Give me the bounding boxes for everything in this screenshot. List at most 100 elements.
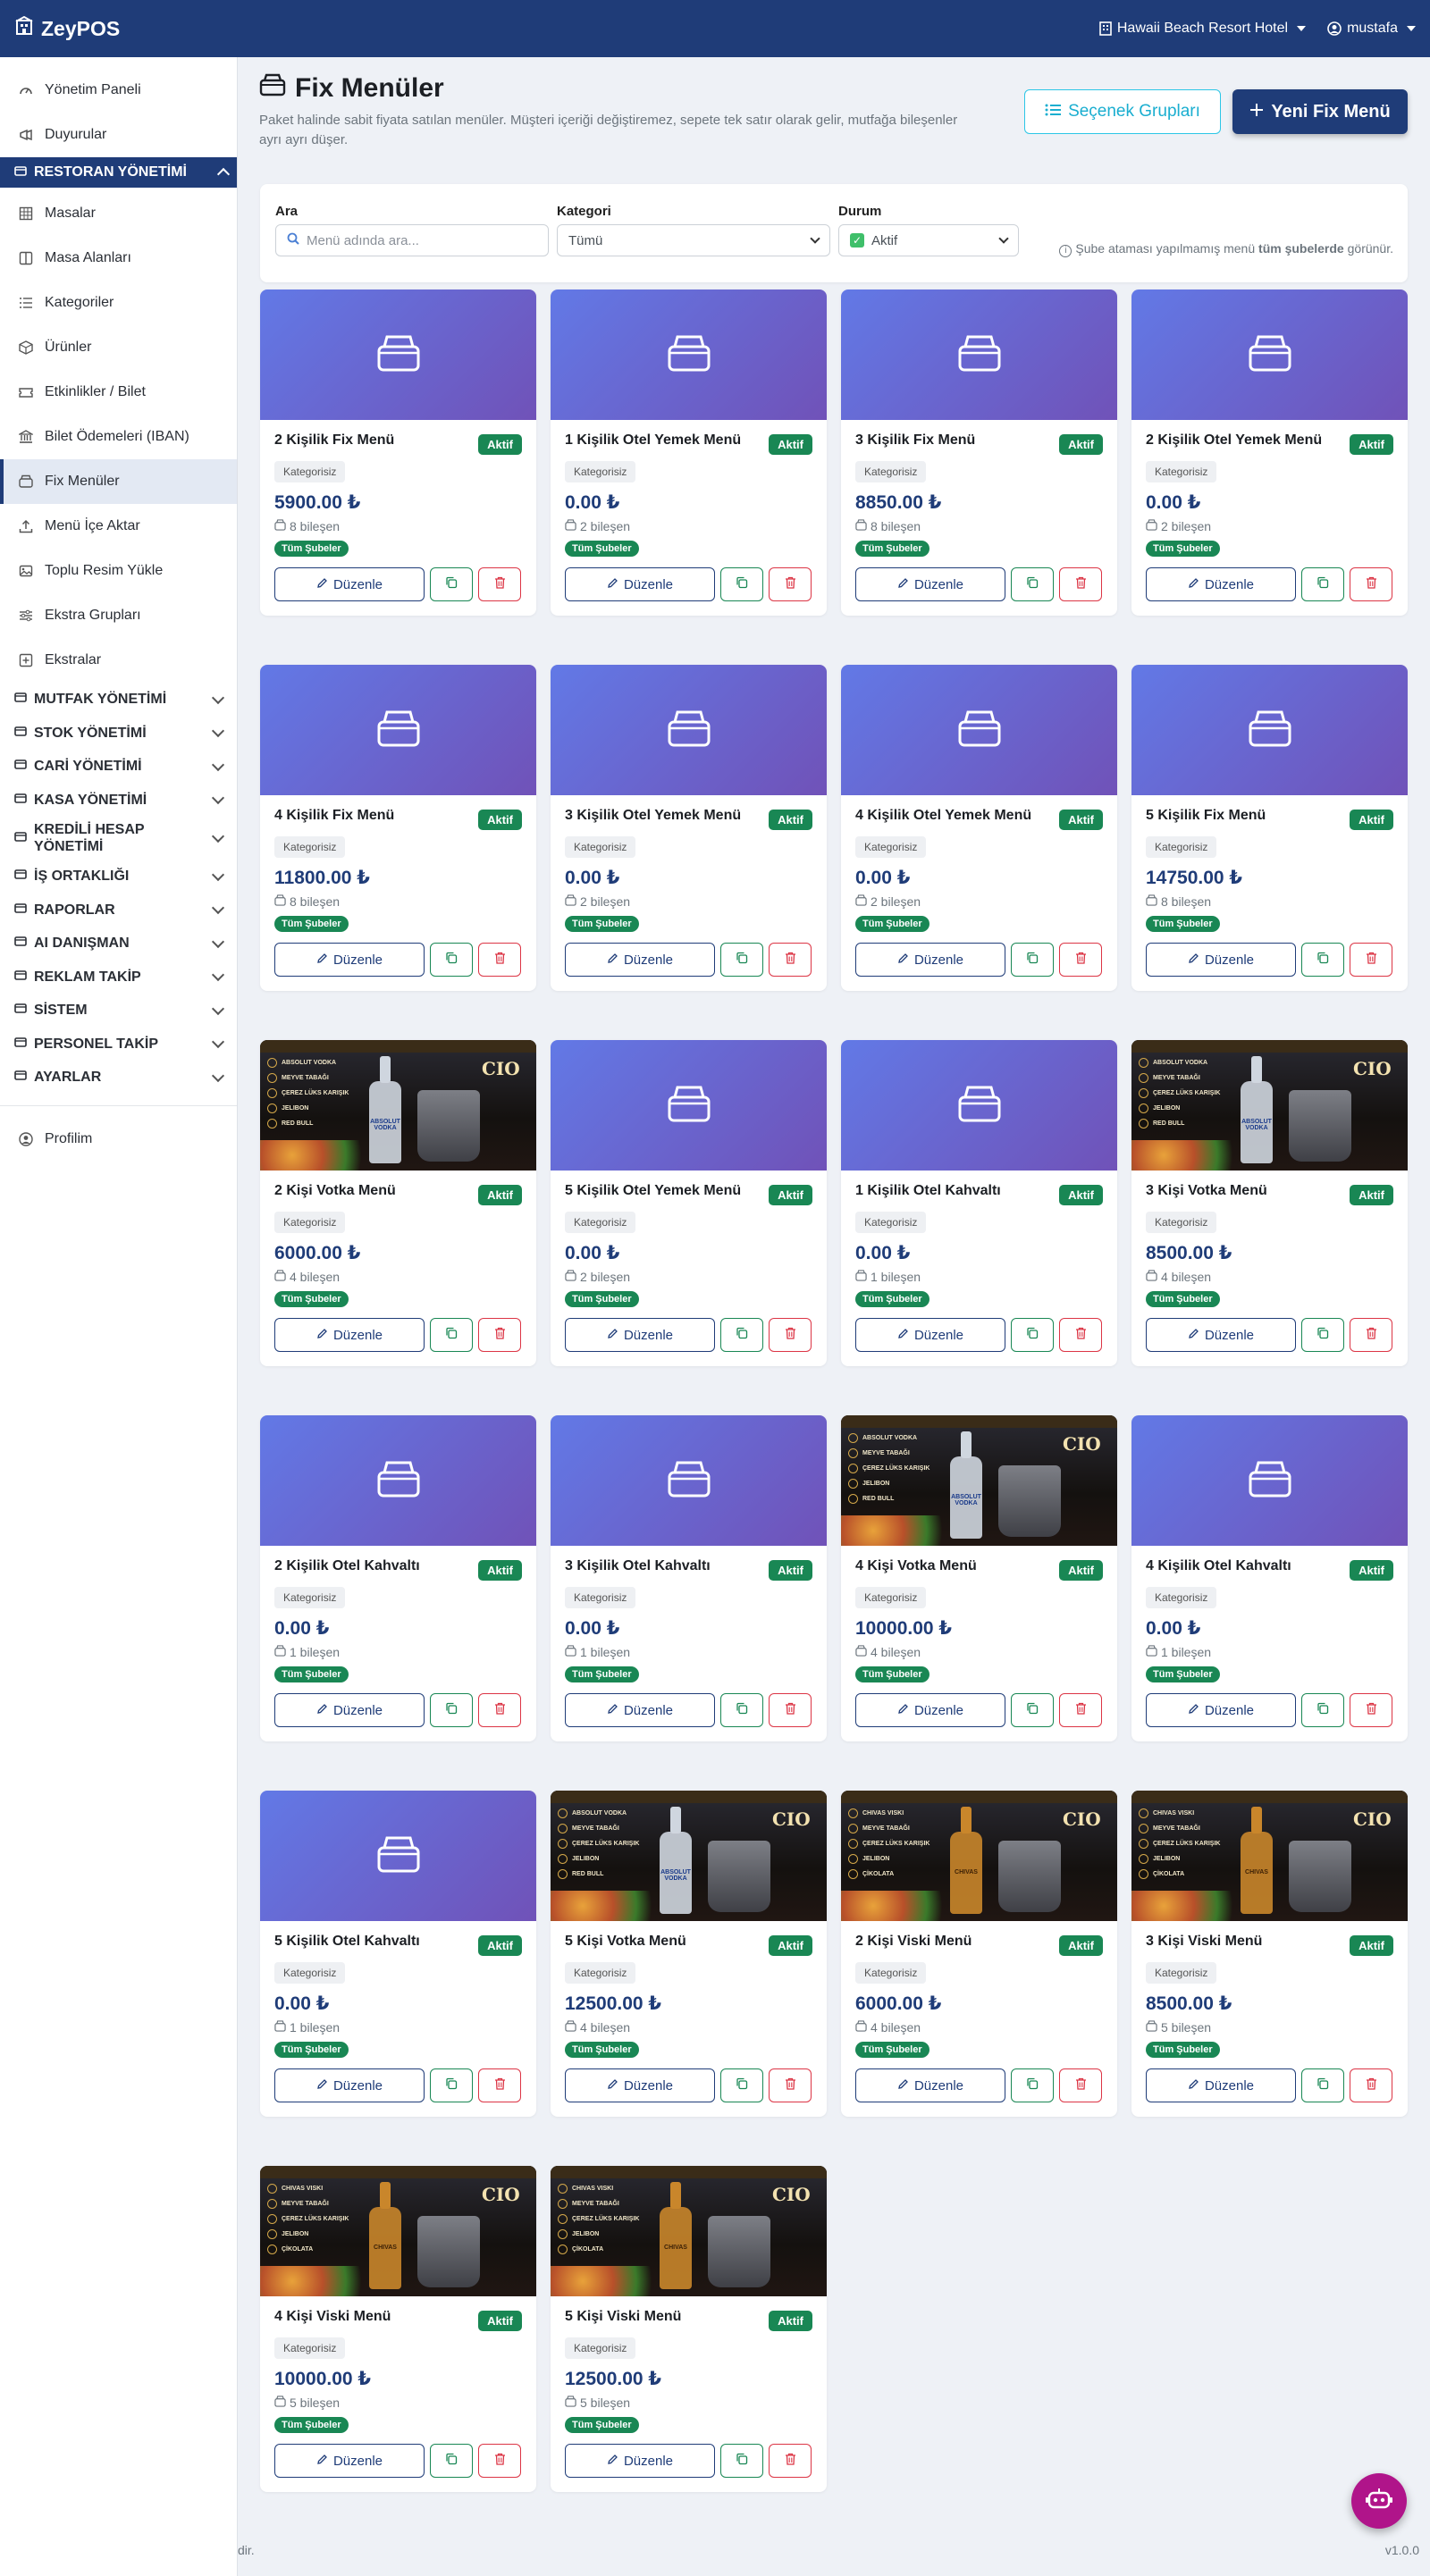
edit-button[interactable]: Düzenle xyxy=(274,567,425,601)
sidebar-group[interactable]: SİSTEM xyxy=(0,994,237,1028)
delete-button[interactable] xyxy=(1350,1693,1392,1727)
delete-button[interactable] xyxy=(1059,2068,1102,2102)
duplicate-button[interactable] xyxy=(720,1318,763,1352)
duplicate-button[interactable] xyxy=(720,567,763,601)
edit-button[interactable]: Düzenle xyxy=(274,1318,425,1352)
delete-button[interactable] xyxy=(1350,1318,1392,1352)
brand-logo[interactable]: ZeyPOS xyxy=(14,15,120,41)
delete-button[interactable] xyxy=(478,1318,521,1352)
duplicate-button[interactable] xyxy=(720,943,763,977)
edit-button[interactable]: Düzenle xyxy=(1146,1318,1296,1352)
option-groups-button[interactable]: Seçenek Grupları xyxy=(1024,89,1221,134)
delete-button[interactable] xyxy=(478,2068,521,2102)
duplicate-button[interactable] xyxy=(1301,2068,1344,2102)
sidebar-group[interactable]: RAPORLAR xyxy=(0,894,237,927)
duplicate-button[interactable] xyxy=(720,2068,763,2102)
sidebar-group[interactable]: KREDİLİ HESAP YÖNETİMİ xyxy=(0,817,237,860)
edit-button[interactable]: Düzenle xyxy=(274,2068,425,2102)
delete-button[interactable] xyxy=(769,1318,812,1352)
edit-button[interactable]: Düzenle xyxy=(855,1318,1005,1352)
edit-button[interactable]: Düzenle xyxy=(565,2444,715,2478)
sidebar-item[interactable]: Duyurular xyxy=(0,113,237,157)
delete-button[interactable] xyxy=(1059,943,1102,977)
delete-button[interactable] xyxy=(478,567,521,601)
sidebar-item[interactable]: Ekstra Grupları xyxy=(0,593,237,638)
edit-button[interactable]: Düzenle xyxy=(274,2444,425,2478)
sidebar-item[interactable]: Kategoriler xyxy=(0,281,237,325)
duplicate-button[interactable] xyxy=(1011,567,1054,601)
sidebar-item[interactable]: Yönetim Paneli xyxy=(0,68,237,113)
search-input[interactable]: Menü adında ara... xyxy=(275,224,549,256)
sidebar-group[interactable]: PERSONEL TAKİP xyxy=(0,1028,237,1061)
sidebar-item[interactable]: Ekstralar xyxy=(0,638,237,683)
duplicate-button[interactable] xyxy=(1301,943,1344,977)
edit-button[interactable]: Düzenle xyxy=(855,2068,1005,2102)
edit-button[interactable]: Düzenle xyxy=(855,1693,1005,1727)
edit-button[interactable]: Düzenle xyxy=(1146,943,1296,977)
edit-button[interactable]: Düzenle xyxy=(565,567,715,601)
sidebar-group[interactable]: AYARLAR xyxy=(0,1061,237,1095)
sidebar-item[interactable]: Ürünler xyxy=(0,325,237,370)
sidebar-item[interactable]: Masalar xyxy=(0,191,237,236)
duplicate-button[interactable] xyxy=(1301,1693,1344,1727)
sidebar-item[interactable]: Toplu Resim Yükle xyxy=(0,549,237,593)
sidebar-item[interactable]: Etkinlikler / Bilet xyxy=(0,370,237,415)
duplicate-button[interactable] xyxy=(430,1318,473,1352)
delete-button[interactable] xyxy=(769,2068,812,2102)
duplicate-button[interactable] xyxy=(430,567,473,601)
duplicate-button[interactable] xyxy=(1011,2068,1054,2102)
sidebar-section-restoran[interactable]: RESTORAN YÖNETİMİ xyxy=(0,157,237,188)
status-select[interactable]: ✓ Aktif xyxy=(838,224,1019,256)
edit-button[interactable]: Düzenle xyxy=(1146,2068,1296,2102)
duplicate-button[interactable] xyxy=(720,2444,763,2478)
delete-button[interactable] xyxy=(478,1693,521,1727)
sidebar-group[interactable]: MUTFAK YÖNETİMİ xyxy=(0,683,237,717)
duplicate-button[interactable] xyxy=(1011,1693,1054,1727)
edit-button[interactable]: Düzenle xyxy=(1146,1693,1296,1727)
sidebar-group[interactable]: CARİ YÖNETİMİ xyxy=(0,750,237,784)
edit-button[interactable]: Düzenle xyxy=(274,943,425,977)
delete-button[interactable] xyxy=(769,943,812,977)
edit-button[interactable]: Düzenle xyxy=(1146,567,1296,601)
delete-button[interactable] xyxy=(769,567,812,601)
sidebar-group[interactable]: KASA YÖNETİMİ xyxy=(0,784,237,818)
edit-button[interactable]: Düzenle xyxy=(565,1318,715,1352)
new-fix-menu-button[interactable]: Yeni Fix Menü xyxy=(1232,89,1408,134)
delete-button[interactable] xyxy=(769,1693,812,1727)
edit-button[interactable]: Düzenle xyxy=(565,1693,715,1727)
sidebar-item[interactable]: Fix Menüler xyxy=(0,459,237,504)
sidebar-group[interactable]: İŞ ORTAKLIĞI xyxy=(0,860,237,894)
duplicate-button[interactable] xyxy=(1301,567,1344,601)
duplicate-button[interactable] xyxy=(1301,1318,1344,1352)
sidebar-item-profile[interactable]: Profilim xyxy=(0,1117,237,1162)
delete-button[interactable] xyxy=(1059,1318,1102,1352)
duplicate-button[interactable] xyxy=(1011,943,1054,977)
edit-button[interactable]: Düzenle xyxy=(565,2068,715,2102)
edit-button[interactable]: Düzenle xyxy=(274,1693,425,1727)
delete-button[interactable] xyxy=(478,2444,521,2478)
sidebar-item[interactable]: Bilet Ödemeleri (IBAN) xyxy=(0,415,237,459)
delete-button[interactable] xyxy=(1059,567,1102,601)
duplicate-button[interactable] xyxy=(430,2068,473,2102)
ai-assistant-button[interactable] xyxy=(1351,2473,1407,2529)
edit-button[interactable]: Düzenle xyxy=(565,943,715,977)
edit-button[interactable]: Düzenle xyxy=(855,943,1005,977)
hotel-selector[interactable]: Hawaii Beach Resort Hotel xyxy=(1099,21,1307,37)
edit-button[interactable]: Düzenle xyxy=(855,567,1005,601)
sidebar-group[interactable]: REKLAM TAKİP xyxy=(0,961,237,994)
sidebar-item[interactable]: Masa Alanları xyxy=(0,236,237,281)
delete-button[interactable] xyxy=(1059,1693,1102,1727)
delete-button[interactable] xyxy=(478,943,521,977)
duplicate-button[interactable] xyxy=(720,1693,763,1727)
duplicate-button[interactable] xyxy=(1011,1318,1054,1352)
user-menu[interactable]: mustafa xyxy=(1327,21,1416,37)
duplicate-button[interactable] xyxy=(430,2444,473,2478)
duplicate-button[interactable] xyxy=(430,1693,473,1727)
delete-button[interactable] xyxy=(769,2444,812,2478)
delete-button[interactable] xyxy=(1350,943,1392,977)
duplicate-button[interactable] xyxy=(430,943,473,977)
delete-button[interactable] xyxy=(1350,567,1392,601)
sidebar-group[interactable]: STOK YÖNETİMİ xyxy=(0,717,237,751)
sidebar-group[interactable]: AI DANIŞMAN xyxy=(0,927,237,961)
delete-button[interactable] xyxy=(1350,2068,1392,2102)
